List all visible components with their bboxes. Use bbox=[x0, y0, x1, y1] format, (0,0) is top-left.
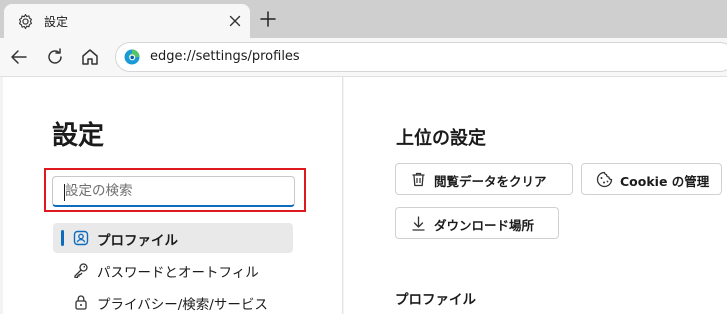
sidebar-item-profiles[interactable]: プロファイル bbox=[53, 223, 293, 253]
cookie-icon bbox=[596, 171, 613, 188]
new-tab-button[interactable] bbox=[258, 9, 278, 29]
settings-main: 上位の設定 閲覧データをクリア Cookie の管理 ダウンロード場所 プロファ… bbox=[344, 77, 727, 314]
section-title: 上位の設定 bbox=[396, 128, 486, 149]
search-box[interactable] bbox=[52, 176, 295, 207]
settings-sidebar: 設定 プロファイル パスワードとオートフィル bbox=[3, 77, 343, 314]
clear-browsing-data-button[interactable]: 閲覧データをクリア bbox=[395, 163, 573, 195]
sidebar-item-privacy[interactable]: プライバシー/検索/サービス bbox=[53, 287, 293, 314]
profile-section-heading: プロファイル bbox=[395, 292, 476, 308]
url-text: edge://settings/profiles bbox=[150, 49, 300, 64]
lock-icon bbox=[75, 295, 87, 310]
edge-logo-icon bbox=[124, 49, 140, 65]
sidebar-item-label: プライバシー/検索/サービス bbox=[97, 297, 268, 313]
trash-icon bbox=[412, 172, 425, 187]
sidebar-item-passwords[interactable]: パスワードとオートフィル bbox=[53, 255, 293, 285]
back-icon[interactable] bbox=[8, 46, 30, 68]
tab-settings[interactable]: 設定 bbox=[4, 4, 250, 38]
download-icon bbox=[412, 216, 425, 231]
settings-title: 設定 bbox=[52, 121, 105, 151]
tab-title: 設定 bbox=[44, 15, 69, 29]
close-icon[interactable] bbox=[226, 12, 244, 30]
key-icon bbox=[74, 263, 88, 278]
download-location-button[interactable]: ダウンロード場所 bbox=[395, 207, 559, 239]
text-caret bbox=[64, 184, 65, 201]
active-indicator bbox=[61, 230, 64, 246]
gear-icon bbox=[18, 13, 33, 30]
settings-content: 設定 プロファイル パスワードとオートフィル bbox=[0, 77, 727, 314]
button-label: 閲覧データをクリア bbox=[434, 174, 547, 189]
address-bar[interactable]: edge://settings/profiles bbox=[115, 42, 727, 72]
profile-icon bbox=[73, 230, 89, 246]
sidebar-item-label: プロファイル bbox=[97, 233, 178, 249]
sidebar-item-label: パスワードとオートフィル bbox=[97, 265, 259, 281]
manage-cookies-button[interactable]: Cookie の管理 bbox=[581, 163, 722, 195]
tab-strip: 設定 bbox=[0, 0, 727, 38]
toolbar: edge://settings/profiles bbox=[0, 38, 727, 77]
button-label: ダウンロード場所 bbox=[434, 218, 535, 233]
button-label: Cookie の管理 bbox=[620, 174, 710, 189]
search-input[interactable] bbox=[53, 177, 294, 205]
refresh-icon[interactable] bbox=[44, 46, 66, 68]
home-icon[interactable] bbox=[79, 46, 101, 68]
